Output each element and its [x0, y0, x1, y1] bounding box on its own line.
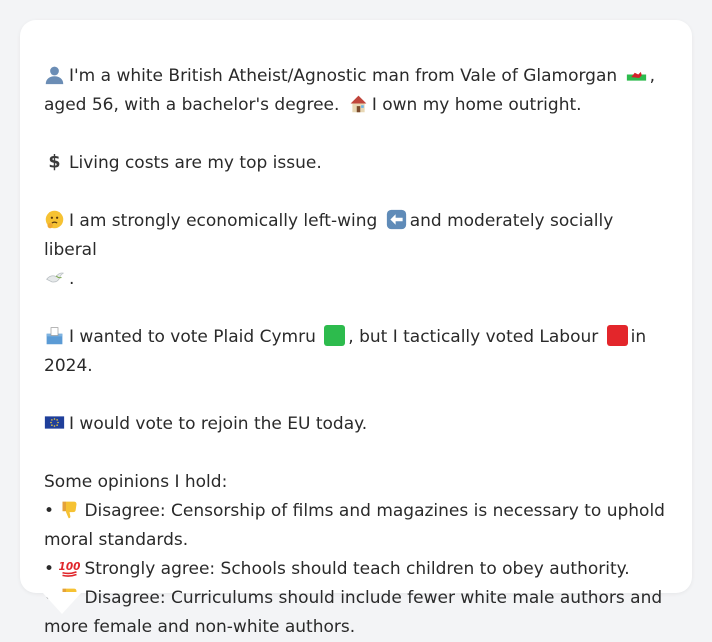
issue-paragraph: $ Living costs are my top issue. [44, 149, 668, 178]
ideology-period: . [69, 269, 75, 289]
top-issue-text: Living costs are my top issue. [69, 153, 322, 173]
house-icon [348, 93, 369, 114]
thumbs-down-icon [59, 499, 80, 520]
eu-paragraph: I would vote to rejoin the EU today. [44, 410, 668, 439]
profile-card: I'm a white British Atheist/Agnostic man… [20, 20, 692, 637]
profile-home: I own my home outright. [371, 95, 582, 115]
opinions-heading: Some opinions I hold: [44, 472, 228, 492]
economic-position: I am strongly economically left-wing [69, 211, 378, 231]
svg-text:100: 100 [59, 561, 80, 573]
opinion-item: • Disagree: Curriculums should include f… [44, 584, 668, 642]
bullet-marker: • [44, 559, 55, 579]
opinion-item: • Disagree: Censorship of films and maga… [44, 497, 668, 555]
hundred-points-icon: 100 [59, 557, 80, 578]
dollar-icon: $ [44, 151, 65, 172]
ballot-box-icon [44, 325, 65, 346]
profile-identity: I'm a white British Atheist/Agnostic man… [69, 66, 618, 86]
svg-text:$: $ [48, 153, 60, 172]
wales-flag-icon [626, 64, 647, 85]
ideology-paragraph: I am strongly economically left-wing and… [44, 207, 668, 294]
intended-vote: I wanted to vote Plaid Cymru [69, 327, 316, 347]
eu-stance: I would vote to rejoin the EU today. [69, 414, 368, 434]
eu-flag-icon [44, 412, 65, 433]
opinion-item: • 100 Strongly agree: Schools should tea… [44, 555, 668, 584]
person-icon [44, 64, 65, 85]
opinion-text: Schools should teach children to obey au… [220, 559, 630, 579]
left-arrow-icon [386, 209, 407, 230]
opinion-stance: Strongly agree: [84, 559, 216, 579]
speech-bubble-tail [42, 592, 82, 614]
dove-icon [44, 267, 65, 288]
labour-square-icon [606, 325, 628, 346]
bullet-marker: • [44, 501, 55, 521]
actual-vote: , but I tactically voted Labour [348, 327, 599, 347]
profile-paragraph: I'm a white British Atheist/Agnostic man… [44, 62, 668, 120]
thinking-face-icon [44, 209, 65, 230]
opinion-stance: Disagree: [84, 501, 166, 521]
opinion-stance: Disagree: [84, 588, 166, 608]
vote-paragraph: I wanted to vote Plaid Cymru , but I tac… [44, 323, 668, 381]
plaid-cymru-square-icon [324, 325, 346, 346]
